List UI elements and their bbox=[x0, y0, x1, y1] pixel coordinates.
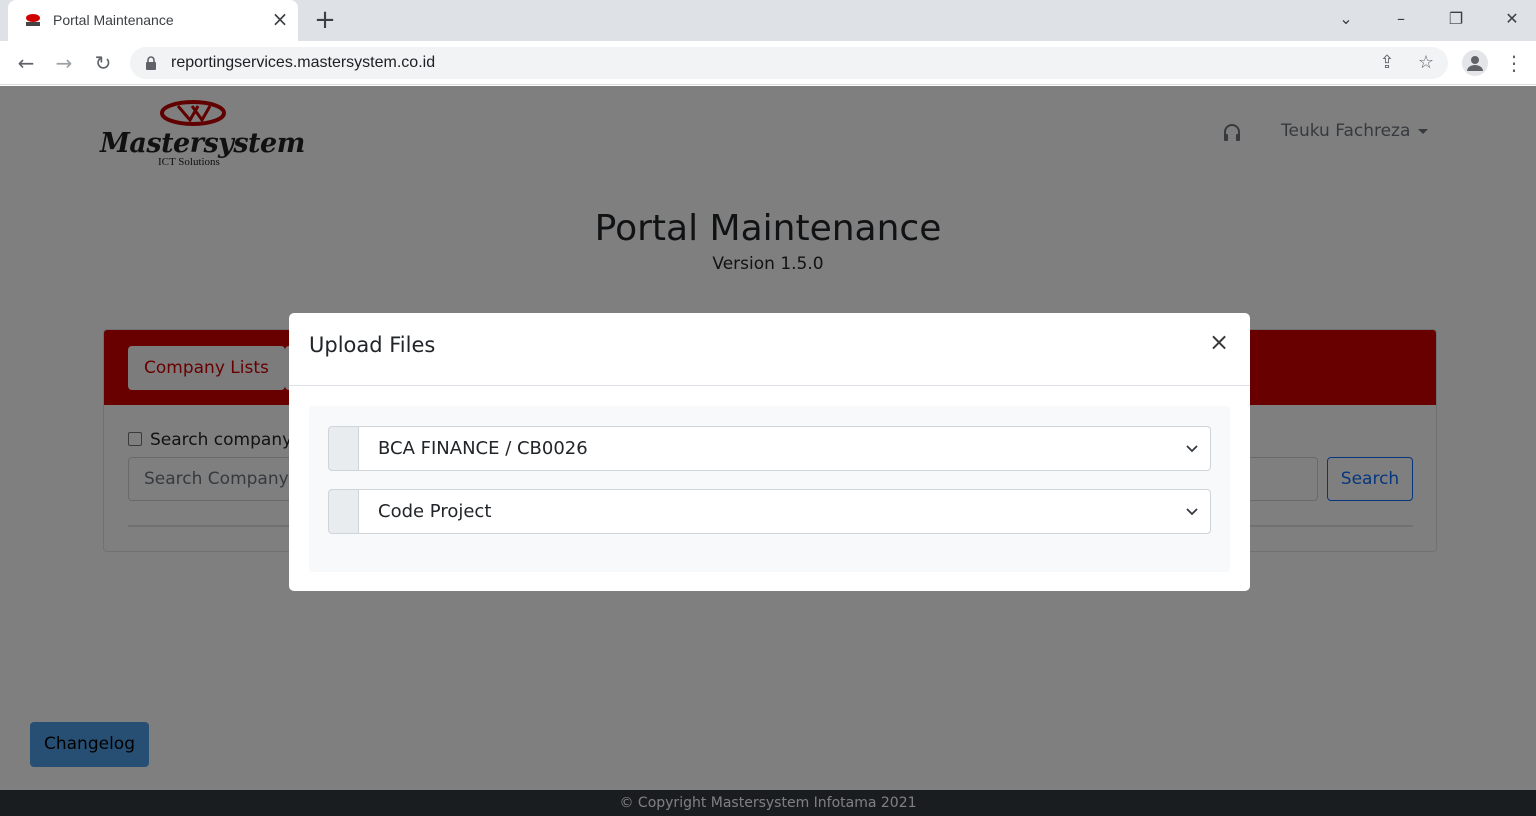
upload-files-modal: Upload Files × BCA FINANCE / CB0026 Code… bbox=[289, 313, 1250, 591]
restore-icon[interactable]: ❐ bbox=[1444, 8, 1468, 30]
modal-header: Upload Files × bbox=[289, 313, 1250, 386]
company-select[interactable]: BCA FINANCE / CB0026 bbox=[358, 426, 1211, 471]
browser-tab-bar: Portal Maintenance × + ⌄ – ❐ ✕ bbox=[0, 0, 1536, 41]
new-tab-icon[interactable]: + bbox=[312, 7, 338, 33]
url-text: reportingservices.mastersystem.co.id bbox=[171, 54, 436, 71]
tab-title: Portal Maintenance bbox=[53, 12, 174, 28]
company-select-group: BCA FINANCE / CB0026 bbox=[328, 426, 1211, 471]
input-group-addon bbox=[328, 489, 359, 534]
back-icon[interactable]: ← bbox=[14, 51, 38, 75]
browser-menu-icon[interactable]: ⋮ bbox=[1504, 51, 1524, 75]
chevron-down-icon bbox=[1186, 445, 1198, 453]
modal-title: Upload Files bbox=[309, 333, 436, 357]
reload-icon[interactable]: ↻ bbox=[91, 51, 115, 75]
bookmark-star-icon[interactable]: ☆ bbox=[1416, 53, 1436, 73]
project-select[interactable]: Code Project bbox=[358, 489, 1211, 534]
tab-close-icon[interactable]: × bbox=[270, 9, 290, 29]
chevron-down-icon bbox=[1186, 508, 1198, 516]
input-group-addon bbox=[328, 426, 359, 471]
browser-toolbar: ← → ↻ reportingservices.mastersystem.co.… bbox=[0, 41, 1536, 85]
minimize-icon[interactable]: – bbox=[1389, 8, 1413, 30]
share-icon[interactable]: ⇪ bbox=[1377, 53, 1397, 73]
person-icon bbox=[1467, 56, 1483, 71]
project-select-value: Code Project bbox=[378, 501, 492, 522]
company-select-value: BCA FINANCE / CB0026 bbox=[378, 438, 588, 459]
forward-icon[interactable]: → bbox=[52, 51, 76, 75]
window-close-icon[interactable]: ✕ bbox=[1500, 8, 1524, 30]
browser-tab[interactable]: Portal Maintenance × bbox=[8, 0, 298, 41]
close-icon[interactable]: × bbox=[1208, 329, 1230, 355]
address-bar[interactable]: reportingservices.mastersystem.co.id ⇪ ☆ bbox=[130, 47, 1448, 79]
lock-icon bbox=[146, 56, 156, 70]
modal-body: BCA FINANCE / CB0026 Code Project bbox=[309, 406, 1230, 572]
profile-avatar-icon[interactable] bbox=[1462, 50, 1488, 76]
tab-search-icon[interactable]: ⌄ bbox=[1334, 8, 1358, 30]
project-select-group: Code Project bbox=[328, 489, 1211, 534]
portal-favicon-icon bbox=[26, 14, 40, 26]
